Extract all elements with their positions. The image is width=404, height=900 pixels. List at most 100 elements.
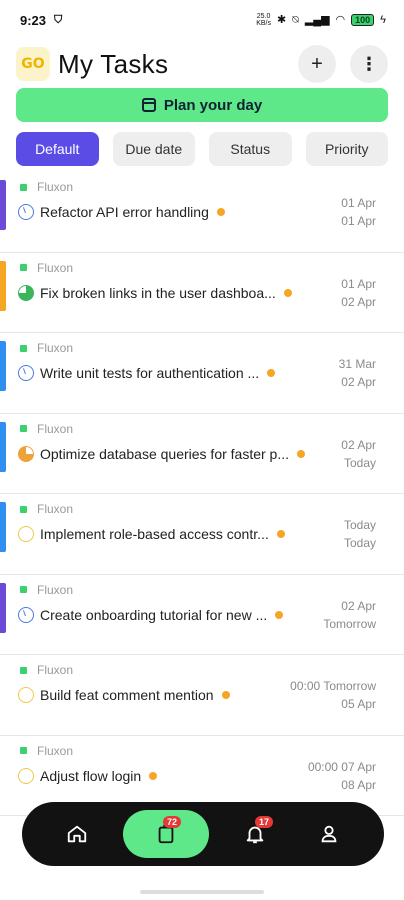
task-status-icon[interactable] [18,767,34,784]
task-name: Implement role-based access contr... [40,526,269,542]
task-name: Refactor API error handling [40,204,209,220]
project-square-icon [20,425,27,432]
project-name: Fluxon [37,180,74,194]
bottom-navigation: 72 17 [22,802,384,866]
task-status-icon[interactable] [18,284,34,301]
project-name: Fluxon [37,260,74,275]
network-speed: 25.0 KB/s [256,13,271,27]
priority-dot-icon [149,771,158,780]
task-status-icon[interactable] [18,687,34,703]
task-due-date: 01 Apr [341,214,376,228]
project-name: Fluxon [37,421,74,436]
project-name: Fluxon [37,341,74,355]
bluetooth-icon: ✱ [276,13,287,26]
task-project: Fluxon [20,502,73,516]
project-square-icon [20,666,27,674]
task-status-icon[interactable] [18,204,34,220]
task-row[interactable]: Fluxon Implement role-based access contr.… [0,494,404,575]
task-dates: Today Today [344,516,376,552]
task-list: Fluxon Refactor API error handling 01 Apr 0… [0,172,404,816]
task-status-icon[interactable] [18,526,34,542]
priority-dot-icon [221,691,230,699]
project-name: Fluxon [37,663,74,677]
task-row[interactable]: Fluxon Write unit tests for authenticatio… [0,333,404,414]
task-main-line: Adjust flow login [18,767,158,784]
nav-tasks[interactable]: 72 [123,810,209,858]
task-start-date: 02 Apr [341,598,376,613]
plus-icon: + [311,52,323,75]
wifi-icon: ◠ [335,13,346,26]
project-name: Fluxon [37,743,74,758]
priority-dot-icon [283,288,292,297]
task-dates: 31 Mar 02 Apr [339,355,376,391]
calendar-icon [141,98,156,112]
nav-home[interactable] [49,810,105,858]
project-square-icon [20,505,27,513]
task-main-line: Create onboarding tutorial for new ... [18,606,284,623]
task-start-date: 02 Apr [341,437,376,452]
task-start-date: Today [343,518,376,532]
app-header: GO My Tasks + ⋮ [16,44,388,84]
nav-profile[interactable] [301,810,357,858]
task-name: Fix broken links in the user dashboa... [40,284,276,301]
task-main-line: Write unit tests for authentication ... [18,365,276,381]
task-due-date: 08 Apr [341,777,376,792]
user-icon [321,825,337,843]
task-project: Fluxon [20,261,73,275]
priority-dot-icon [267,369,276,377]
task-color-bar [0,744,6,794]
plan-your-day-button[interactable]: Plan your day [16,88,388,122]
tab-priority[interactable]: Priority [305,132,388,166]
task-due-date: Tomorrow [323,616,376,631]
task-name: Build feat comment mention [40,687,214,703]
battery-icon: 100 [351,14,375,26]
project-square-icon [20,344,27,352]
task-color-bar [0,663,6,713]
task-main-line: Fix broken links in the user dashboa... [18,284,292,301]
project-square-icon [20,264,27,271]
task-main-line: Optimize database queries for faster p..… [18,445,306,462]
task-dates: 02 Apr Today [341,436,376,472]
tab-default[interactable]: Default [16,132,99,166]
shield-icon: ⛉ [54,13,63,26]
tab-due-date[interactable]: Due date [112,132,195,166]
task-status-icon[interactable] [18,606,34,623]
task-row[interactable]: Fluxon Optimize database queries for fast… [0,414,404,494]
task-due-date: 05 Apr [341,697,376,711]
charging-icon: ϟ [380,13,386,26]
priority-dot-icon [216,208,225,216]
task-name: Optimize database queries for faster p..… [40,445,290,462]
task-name: Create onboarding tutorial for new ... [40,606,268,623]
add-task-button[interactable]: + [298,45,336,83]
task-row[interactable]: Fluxon Fix broken links in the user dashb… [0,253,404,333]
task-row[interactable]: Fluxon Create onboarding tutorial for new… [0,575,404,655]
project-name: Fluxon [37,582,74,597]
tab-status[interactable]: Status [209,132,292,166]
nav-notifications[interactable]: 17 [227,810,283,858]
task-status-icon[interactable] [18,365,34,381]
task-start-date: 01 Apr [341,276,376,291]
task-row[interactable]: Fluxon Refactor API error handling 01 Apr 0… [0,172,404,253]
priority-dot-icon [297,449,306,458]
task-due-date: Today [343,536,376,550]
task-start-date: 01 Apr [341,196,376,210]
task-dates: 01 Apr 01 Apr [341,194,376,230]
project-name: Fluxon [37,502,74,516]
more-vertical-icon: ⋮ [360,53,378,74]
task-color-bar [0,421,6,472]
task-dates: 00:00 07 Apr 08 Apr [308,758,376,794]
task-dates: 00:00 Tomorrow 05 Apr [290,677,376,713]
project-square-icon [20,747,27,754]
plan-your-day-label: Plan your day [163,96,263,114]
task-row[interactable]: Fluxon Build feat comment mention 00:00 To… [0,655,404,736]
task-due-date: Today [343,455,376,470]
home-icon [67,825,87,843]
task-main-line: Build feat comment mention [18,687,230,703]
task-project: Fluxon [20,180,73,194]
task-status-icon[interactable] [18,445,34,462]
app-logo: GO [16,47,50,81]
more-options-button[interactable]: ⋮ [350,45,388,83]
task-start-date: 00:00 Tomorrow [290,679,376,693]
project-square-icon [20,586,27,593]
sort-tabs: Default Due date Status Priority [16,132,388,166]
